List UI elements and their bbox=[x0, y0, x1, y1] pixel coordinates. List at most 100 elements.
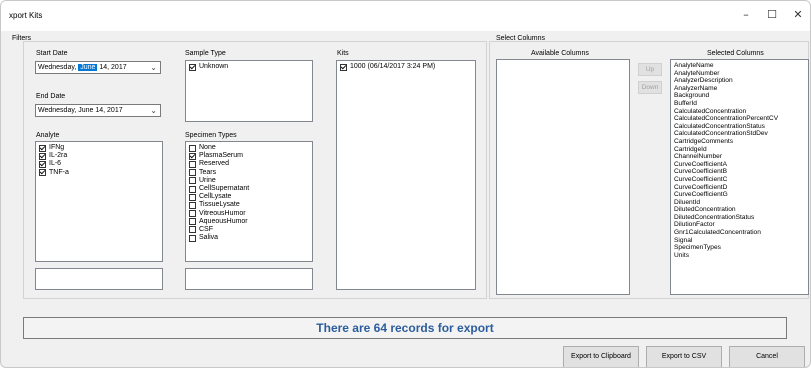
selected-column-item[interactable]: CalculatedConcentration bbox=[674, 108, 805, 116]
selected-column-item[interactable]: Background bbox=[674, 92, 805, 100]
checkbox[interactable] bbox=[189, 193, 196, 201]
selected-column-item[interactable]: DiluentId bbox=[674, 199, 805, 207]
analyte-item[interactable]: TNF-a bbox=[39, 169, 159, 177]
checkbox[interactable] bbox=[189, 152, 196, 160]
selected-column-item[interactable]: DilutionFactor bbox=[674, 221, 805, 229]
analyte-extra-field[interactable] bbox=[35, 268, 163, 290]
specimen-type-item[interactable]: Tears bbox=[189, 169, 309, 177]
chevron-down-icon[interactable]: ⌄ bbox=[150, 105, 157, 116]
selected-column-item[interactable]: CalculatedConcentrationStdDev bbox=[674, 130, 805, 138]
selected-column-item[interactable]: SpecimenTypes bbox=[674, 244, 805, 252]
specimen-type-item[interactable]: CellSupernatant bbox=[189, 185, 309, 193]
sample-type-list: Unknown bbox=[185, 60, 313, 122]
selected-column-item[interactable]: CurveCoefficientB bbox=[674, 168, 805, 176]
analyte-label: Analyte bbox=[36, 132, 60, 139]
checkbox[interactable] bbox=[189, 185, 196, 193]
start-date-month: June bbox=[78, 64, 98, 71]
kits-label: Kits bbox=[337, 50, 349, 57]
move-up-button[interactable]: Up bbox=[638, 63, 662, 76]
checkbox[interactable] bbox=[39, 144, 46, 152]
analyte-list: IFNg IL-2ra IL-6 TNF-a bbox=[35, 141, 163, 262]
start-date-label: Start Date bbox=[36, 50, 68, 57]
checkbox[interactable] bbox=[39, 169, 46, 177]
selected-column-item[interactable]: CalculatedConcentrationStatus bbox=[674, 123, 805, 131]
chevron-down-icon[interactable]: ⌄ bbox=[150, 62, 157, 73]
minimize-icon[interactable]: – bbox=[738, 7, 754, 23]
end-date-weekday: Wednesday, bbox=[38, 107, 77, 114]
start-date-rest: 14, 2017 bbox=[99, 64, 127, 71]
specimen-type-item[interactable]: Reserved bbox=[189, 160, 309, 168]
end-date-picker[interactable]: Wednesday, June 14, 2017 ⌄ bbox=[35, 104, 161, 117]
selected-column-item[interactable]: CartridgeComments bbox=[674, 138, 805, 146]
specimen-type-item[interactable]: CellLysate bbox=[189, 193, 309, 201]
checkbox[interactable] bbox=[189, 218, 196, 226]
specimen-type-item[interactable]: Urine bbox=[189, 177, 309, 185]
selected-columns-label: Selected Columns bbox=[707, 50, 764, 57]
sample-type-label: Sample Type bbox=[185, 50, 226, 57]
selected-column-item[interactable]: AnalyzerName bbox=[674, 85, 805, 93]
analyte-item[interactable]: IL-6 bbox=[39, 160, 159, 168]
specimen-types-label: Specimen Types bbox=[185, 132, 237, 139]
title-bar: xport Kits – ☐ ✕ bbox=[1, 1, 810, 31]
available-columns-label: Available Columns bbox=[531, 50, 589, 57]
checkbox[interactable] bbox=[39, 152, 46, 160]
selected-column-item[interactable]: AnalyteName bbox=[674, 62, 805, 70]
specimen-types-list: None PlasmaSerum Reserved Tears Urine Ce… bbox=[185, 141, 313, 262]
kits-list: 1000 (06/14/2017 3:24 PM) bbox=[336, 60, 476, 290]
analyte-item[interactable]: IFNg bbox=[39, 144, 159, 152]
sample-type-item[interactable]: Unknown bbox=[189, 63, 309, 71]
specimen-type-item[interactable]: CSF bbox=[189, 226, 309, 234]
start-date-picker[interactable]: Wednesday, June 14, 2017 ⌄ bbox=[35, 61, 161, 74]
export-csv-button[interactable]: Export to CSV bbox=[646, 346, 722, 367]
checkbox[interactable] bbox=[189, 63, 196, 71]
export-clipboard-button[interactable]: Export to Clipboard bbox=[563, 346, 639, 367]
selected-columns-list[interactable]: AnalyteName AnalyteNumber AnalyzerDescript… bbox=[670, 59, 809, 295]
selected-column-item[interactable]: CurveCoefficientG bbox=[674, 191, 805, 199]
export-kits-window: xport Kits – ☐ ✕ Filters Start Date Wedn… bbox=[0, 0, 811, 368]
checkbox[interactable] bbox=[189, 160, 196, 168]
kit-item[interactable]: 1000 (06/14/2017 3:24 PM) bbox=[340, 63, 472, 71]
status-message: There are 64 records for export bbox=[23, 317, 787, 339]
end-date-label: End Date bbox=[36, 93, 66, 100]
selected-column-item[interactable]: CurveCoefficientA bbox=[674, 161, 805, 169]
available-columns-list[interactable] bbox=[496, 59, 630, 295]
maximize-icon[interactable]: ☐ bbox=[764, 7, 780, 23]
specimen-type-item[interactable]: VitreousHumor bbox=[189, 210, 309, 218]
specimen-type-item[interactable]: TissueLysate bbox=[189, 201, 309, 209]
selected-column-item[interactable]: BufferId bbox=[674, 100, 805, 108]
selected-column-item[interactable]: DilutedConcentrationStatus bbox=[674, 214, 805, 222]
checkbox[interactable] bbox=[189, 177, 196, 185]
move-down-button[interactable]: Down bbox=[638, 81, 662, 94]
selected-column-item[interactable]: CurveCoefficientC bbox=[674, 176, 805, 184]
selected-column-item[interactable]: Signal bbox=[674, 237, 805, 245]
checkbox[interactable] bbox=[189, 234, 196, 242]
specimen-type-item[interactable]: AqueousHumor bbox=[189, 218, 309, 226]
checkbox[interactable] bbox=[189, 169, 196, 177]
checkbox[interactable] bbox=[189, 210, 196, 218]
selected-column-item[interactable]: AnalyteNumber bbox=[674, 70, 805, 78]
close-icon[interactable]: ✕ bbox=[790, 7, 806, 23]
selected-column-item[interactable]: CartridgeId bbox=[674, 146, 805, 154]
selected-column-item[interactable]: AnalyzerDescription bbox=[674, 77, 805, 85]
selected-column-item[interactable]: CurveCoefficientD bbox=[674, 184, 805, 192]
cancel-button[interactable]: Cancel bbox=[729, 346, 805, 367]
checkbox[interactable] bbox=[340, 63, 347, 71]
checkbox[interactable] bbox=[39, 160, 46, 168]
checkbox[interactable] bbox=[189, 226, 196, 234]
end-date-rest: 14, 2017 bbox=[95, 107, 123, 114]
specimen-type-item[interactable]: PlasmaSerum bbox=[189, 152, 309, 160]
window-title: xport Kits bbox=[9, 11, 43, 20]
checkbox[interactable] bbox=[189, 144, 196, 152]
start-date-weekday: Wednesday, bbox=[38, 64, 77, 71]
specimen-types-extra-field[interactable] bbox=[185, 268, 313, 290]
specimen-type-item[interactable]: None bbox=[189, 144, 309, 152]
selected-column-item[interactable]: CalculatedConcentrationPercentCV bbox=[674, 115, 805, 123]
selected-column-item[interactable]: Gnr1CalculatedConcentration bbox=[674, 229, 805, 237]
analyte-item[interactable]: IL-2ra bbox=[39, 152, 159, 160]
selected-column-item[interactable]: Units bbox=[674, 252, 805, 260]
end-date-month: June bbox=[78, 107, 94, 114]
selected-column-item[interactable]: ChannelNumber bbox=[674, 153, 805, 161]
selected-column-item[interactable]: DilutedConcentration bbox=[674, 206, 805, 214]
checkbox[interactable] bbox=[189, 201, 196, 209]
specimen-type-item[interactable]: Saliva bbox=[189, 234, 309, 242]
